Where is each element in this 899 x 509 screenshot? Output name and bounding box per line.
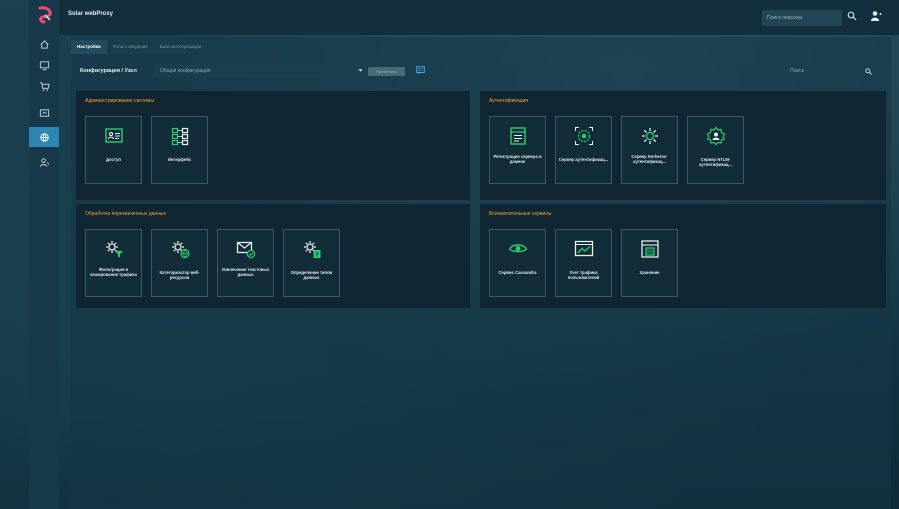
- card-label: Сервис Cassandra: [498, 270, 537, 275]
- panel-authentication: Аутентификация Регистрация сервера в дом…: [480, 91, 886, 200]
- config-node-label: Конфигурация / Узел: [80, 68, 137, 74]
- card-ntlm-server[interactable]: Сервер NTLM-аутентификац...: [687, 116, 744, 184]
- card-web-categorizer[interactable]: Категоризатор веб-ресурсов: [151, 229, 208, 297]
- card-interface[interactable]: Интерфейс: [151, 116, 208, 184]
- card-kerberos-server[interactable]: Сервер Kerberos-аутентификац...: [621, 116, 678, 184]
- globe-gear-icon: [171, 241, 190, 259]
- search-input[interactable]: Поиск: [784, 64, 874, 77]
- app-title: Solar webProxy: [68, 11, 114, 17]
- side-rail: [29, 0, 59, 509]
- users-icon: [39, 157, 49, 167]
- card-traffic-accounting[interactable]: Учет трафика пользователей: [555, 229, 612, 297]
- card-storage[interactable]: Хранение: [621, 229, 678, 297]
- card-label: Хранение: [639, 270, 660, 275]
- panel-title: Вспомогательные сервисы: [489, 211, 552, 217]
- app-frame: Solar webProxy Поиск персоны Настройки Р…: [6, 0, 899, 509]
- panel-system-admin: Администрирование системы Доступ Интерфе…: [76, 91, 470, 200]
- config-select-value: Общая конфигурация: [160, 68, 211, 74]
- card-access[interactable]: Доступ: [85, 116, 142, 184]
- eye-icon: [508, 244, 527, 253]
- screen-icon: [39, 108, 49, 117]
- card-data-types[interactable]: ? Определение типов данных: [283, 229, 340, 297]
- panel-auxiliary-services: Вспомогательные сервисы Сервис Cassandra…: [480, 204, 886, 308]
- main-content: Настройки Роли и сведения База категориз…: [71, 37, 891, 509]
- card-label: Интерфейс: [167, 157, 192, 162]
- card-label: Сервер Kerberos-аутентификац...: [631, 154, 668, 165]
- tab-settings[interactable]: Настройки: [71, 40, 107, 54]
- traffic-chart-icon: [574, 240, 593, 257]
- card-domain-registration[interactable]: Регистрация сервера в домене: [489, 116, 546, 184]
- card-label: Доступ: [106, 157, 121, 162]
- panel-title: Администрирование системы: [85, 98, 154, 104]
- panel-data-processing: Обработка перехваченных данных Фильтраци…: [76, 204, 470, 308]
- panel-title: Аутентификация: [489, 98, 528, 104]
- settings-globe-icon: [39, 132, 49, 142]
- card-text-extraction[interactable]: Извлечение текстовых данных: [217, 229, 274, 297]
- home-icon: [39, 39, 49, 49]
- svg-text:?: ?: [315, 252, 319, 259]
- rail-item-home[interactable]: [29, 34, 59, 54]
- rail-item-cart[interactable]: [29, 76, 59, 96]
- ntlm-icon: [706, 126, 725, 146]
- filter-gear-icon: [105, 241, 123, 258]
- monitor-icon: [39, 60, 49, 70]
- config-select[interactable]: Общая конфигурация: [154, 64, 370, 77]
- kerberos-icon: [641, 128, 658, 144]
- rail-item-screen[interactable]: [29, 103, 59, 123]
- solar-logo: [38, 6, 52, 24]
- card-cassandra[interactable]: Сервис Cassandra: [489, 229, 546, 297]
- apply-button[interactable]: Применить: [368, 67, 405, 76]
- cart-icon: [39, 81, 50, 91]
- user-profile-icon[interactable]: [870, 10, 882, 22]
- panel-title: Обработка перехваченных данных: [85, 211, 167, 217]
- card-label: Фильтрация и кэширование трафика: [90, 267, 137, 278]
- card-label: Категоризатор веб-ресурсов: [159, 270, 200, 281]
- interface-icon: [171, 127, 188, 146]
- card-auth-server[interactable]: Сервер аутентификац...: [555, 116, 612, 184]
- rail-item-users[interactable]: [29, 152, 59, 172]
- card-label: Определение типов данных: [290, 270, 333, 281]
- tab-roles[interactable]: Роли и сведения: [107, 40, 154, 54]
- card-label: Регистрация сервера в домене: [493, 154, 542, 165]
- person-search-input[interactable]: Поиск персоны: [762, 10, 842, 26]
- top-bar: Solar webProxy Поиск персоны: [59, 0, 899, 35]
- rail-item-monitor[interactable]: [29, 55, 59, 75]
- search-icon[interactable]: [865, 68, 872, 75]
- tab-categorization[interactable]: База категоризации: [154, 40, 207, 54]
- storage-icon: [640, 240, 659, 258]
- search-icon[interactable]: [847, 11, 857, 21]
- server-register-icon: [509, 127, 526, 145]
- card-traffic-filtering[interactable]: Фильтрация и кэширование трафика: [85, 229, 142, 297]
- rail-item-settings[interactable]: [29, 127, 59, 147]
- card-label: Сервер аутентификац...: [558, 157, 609, 162]
- datatype-gear-icon: ?: [303, 241, 320, 259]
- card-label: Сервер NTLM-аутентификац...: [699, 157, 732, 168]
- card-label: Учет трафика пользователей: [567, 270, 600, 281]
- chevron-down-icon: [358, 69, 363, 72]
- mail-extract-icon: [236, 241, 255, 259]
- comment-icon[interactable]: [416, 66, 425, 75]
- id-card-icon: [104, 128, 123, 143]
- tab-bar: Настройки Роли и сведения База категориз…: [71, 40, 208, 54]
- auth-server-icon: [574, 127, 593, 145]
- card-label: Извлечение текстовых данных: [221, 267, 270, 278]
